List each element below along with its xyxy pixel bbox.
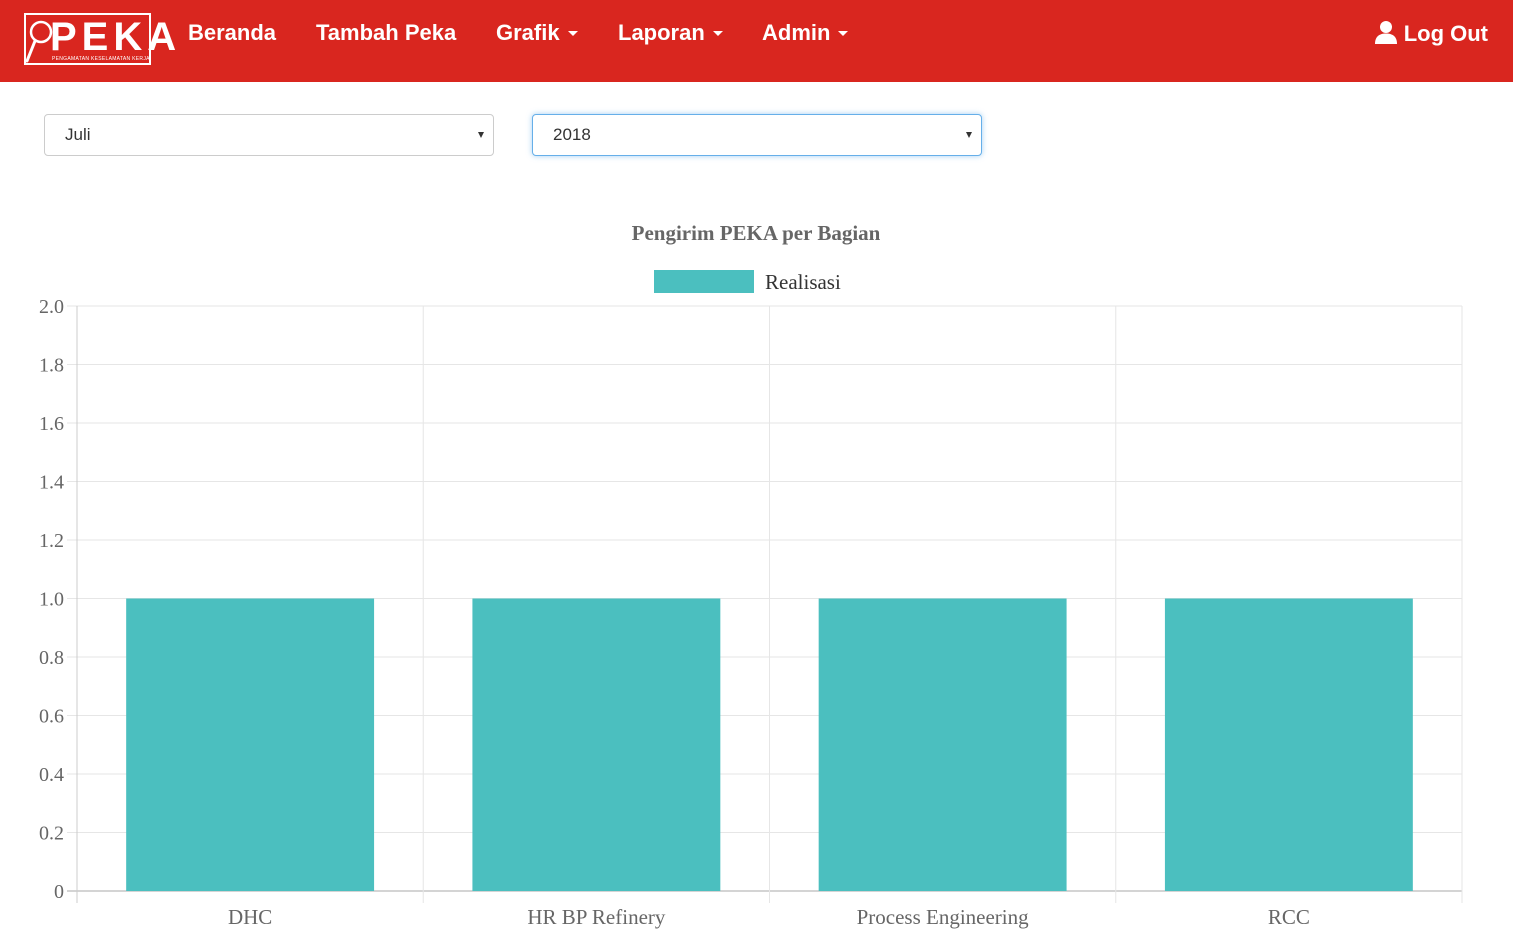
- caret-down-icon: [838, 30, 849, 36]
- nav-tambah-peka[interactable]: Tambah Peka: [316, 19, 456, 47]
- month-select-value: Juli: [65, 125, 91, 144]
- nav-laporan-label: Laporan: [618, 20, 705, 45]
- user-icon: [1374, 21, 1397, 44]
- dropdown-arrow-icon: [478, 132, 484, 138]
- y-tick-label: 0.2: [39, 823, 64, 845]
- nav-tambah-peka-label: Tambah Peka: [316, 20, 457, 45]
- nav-admin[interactable]: Admin: [762, 19, 849, 47]
- navbar: PEKA PENGAMATAN KESELAMATAN KERJA Berand…: [0, 0, 1513, 82]
- y-tick-label: 1.0: [39, 589, 64, 611]
- month-select[interactable]: Juli: [44, 114, 494, 156]
- dropdown-arrow-icon: [966, 132, 972, 138]
- nav-admin-label: Admin: [762, 20, 831, 45]
- bar[interactable]: [126, 598, 375, 892]
- nav-beranda-label: Beranda: [188, 20, 277, 45]
- nav-grafik-label: Grafik: [496, 20, 560, 45]
- caret-down-icon: [712, 30, 723, 36]
- y-tick-label: 2.0: [39, 296, 64, 318]
- x-tick-label: DHC: [228, 905, 272, 929]
- y-tick-label: 1.4: [39, 472, 64, 494]
- logout-button[interactable]: Log Out: [1374, 20, 1488, 48]
- y-tick-label: 1.6: [39, 413, 64, 435]
- x-tick-label: HR BP Refinery: [527, 905, 666, 929]
- y-tick-label: 0.6: [39, 706, 64, 728]
- x-axis: DHC HR BP Refinery Process Engineering RCC: [228, 905, 1310, 929]
- brand-name: PEKA: [50, 15, 182, 59]
- bar[interactable]: [472, 598, 721, 892]
- x-tick-label: Process Engineering: [857, 905, 1030, 929]
- nav-grafik[interactable]: Grafik: [496, 19, 578, 47]
- y-tick-label: 1.8: [39, 355, 64, 377]
- year-select-value: 2018: [553, 125, 591, 144]
- y-axis: 0 0.2 0.4 0.6 0.8 1.0 1.2 1.4 1.6 1.8 2.0: [39, 296, 64, 903]
- chart-title: Pengirim PEKA per Bagian: [632, 221, 881, 245]
- nav-laporan[interactable]: Laporan: [618, 19, 723, 47]
- legend-label: Realisasi: [765, 270, 841, 294]
- brand-subtitle: PENGAMATAN KESELAMATAN KERJA: [52, 56, 150, 62]
- bar[interactable]: [818, 598, 1067, 892]
- brand-logo[interactable]: PEKA PENGAMATAN KESELAMATAN KERJA: [24, 13, 176, 65]
- legend-swatch[interactable]: [654, 270, 754, 293]
- bar[interactable]: [1164, 598, 1413, 892]
- bar-chart: Pengirim PEKA per Bagian Realisasi 00.20…: [39, 221, 1463, 929]
- y-tick-label: 0: [54, 881, 64, 903]
- year-select[interactable]: 2018: [532, 114, 982, 156]
- caret-down-icon: [567, 30, 578, 36]
- logout-label: Log Out: [1403, 21, 1488, 46]
- x-tick-label: RCC: [1268, 905, 1310, 929]
- y-tick-label: 0.8: [39, 647, 64, 669]
- y-tick-label: 0.4: [39, 764, 64, 786]
- y-tick-label: 1.2: [39, 530, 64, 552]
- nav-beranda[interactable]: Beranda: [188, 19, 276, 47]
